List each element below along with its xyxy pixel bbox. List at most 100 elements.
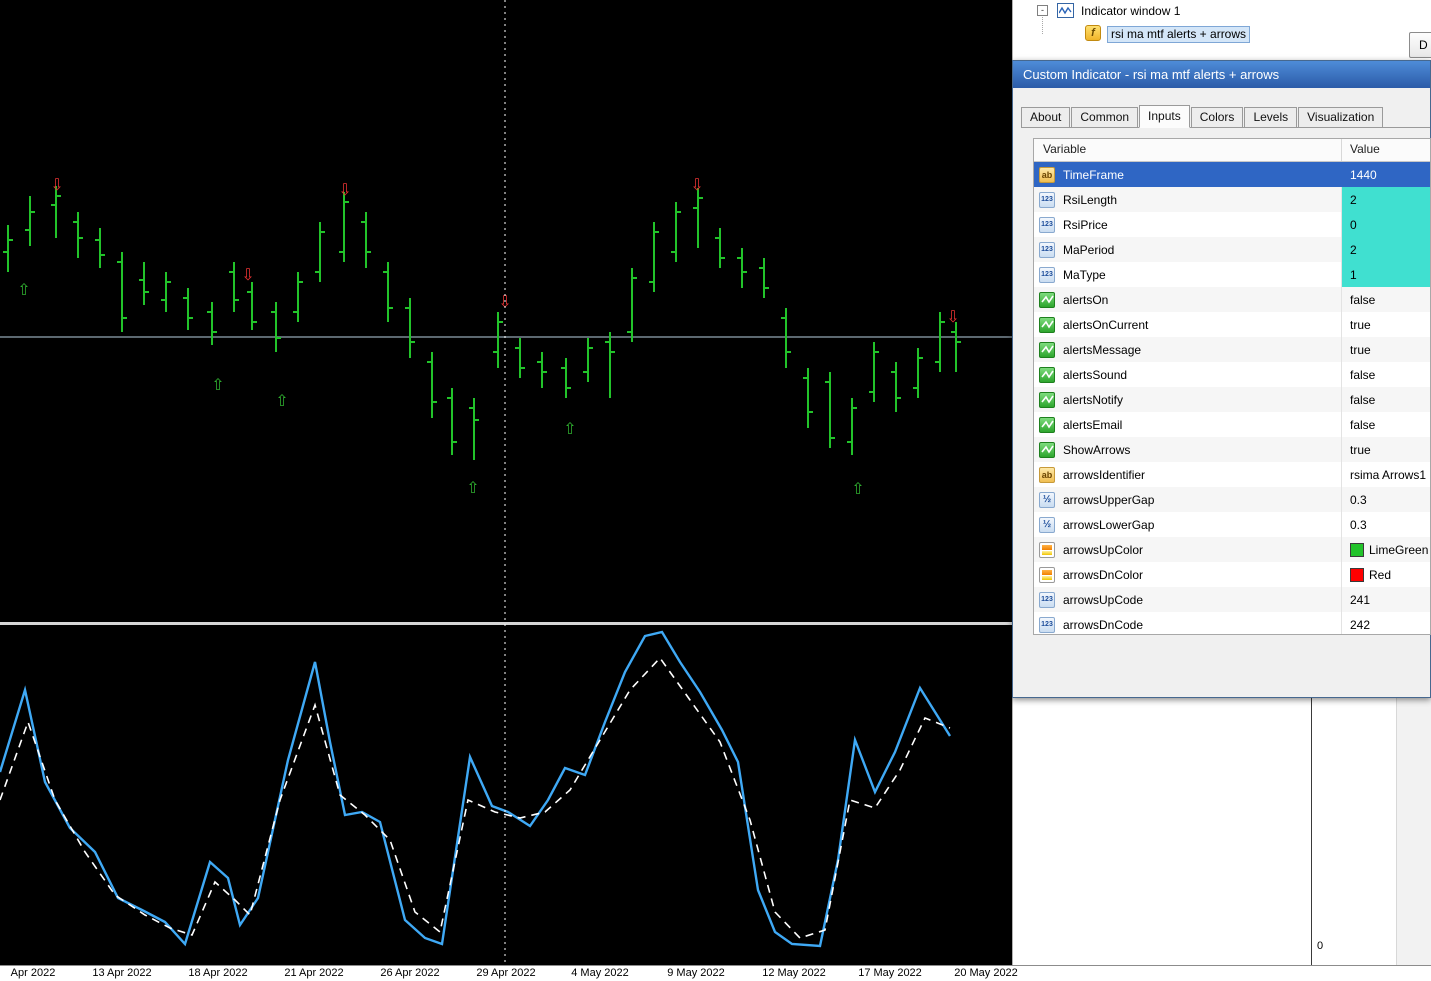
indicator-scale-area: 0: [1012, 697, 1431, 965]
param-row-alertsEmail[interactable]: alertsEmail false: [1034, 412, 1430, 437]
time-axis-label: 13 Apr 2022: [92, 967, 152, 979]
param-value[interactable]: false: [1342, 387, 1430, 412]
number-param-icon: 123: [1039, 191, 1055, 208]
window-separator[interactable]: [0, 622, 1012, 625]
param-row-arrowsDnCode[interactable]: 123 arrowsDnCode 242: [1034, 612, 1430, 634]
param-value[interactable]: 2: [1342, 187, 1430, 212]
param-value[interactable]: true: [1342, 337, 1430, 362]
time-axis-label: 18 Apr 2022: [188, 967, 248, 979]
param-row-RsiPrice[interactable]: 123 RsiPrice 0: [1034, 212, 1430, 237]
param-row-arrowsIdentifier[interactable]: ab arrowsIdentifier rsima Arrows1: [1034, 462, 1430, 487]
table-rows: ab TimeFrame 1440 123 RsiLength 2 123 RsiPrice 0…: [1034, 162, 1430, 634]
tab-about[interactable]: About: [1021, 107, 1071, 127]
up-arrow-icon: ⇧: [466, 478, 479, 497]
ohlc-bars: [3, 186, 961, 460]
up-arrow-icon: ⇧: [211, 375, 224, 394]
param-name: 123 MaType: [1034, 262, 1342, 287]
param-row-arrowsUpCode[interactable]: 123 arrowsUpCode 241: [1034, 587, 1430, 612]
number-param-icon: 123: [1039, 591, 1055, 608]
param-row-alertsNotify[interactable]: alertsNotify false: [1034, 387, 1430, 412]
panel-edge: [1396, 697, 1431, 965]
param-name: ½ arrowsUpperGap: [1034, 487, 1342, 512]
param-value[interactable]: 1: [1342, 262, 1430, 287]
param-name: 123 arrowsUpCode: [1034, 587, 1342, 612]
param-value[interactable]: false: [1342, 412, 1430, 437]
collapse-icon[interactable]: -: [1037, 5, 1048, 16]
param-value[interactable]: 0.3: [1342, 487, 1430, 512]
function-icon: f: [1085, 25, 1101, 41]
indicators-tree-panel: - Indicator window 1 f rsi ma mtf alerts…: [1012, 0, 1431, 60]
time-axis[interactable]: Apr 2022 13 Apr 2022 18 Apr 2022 21 Apr 202…: [0, 965, 1431, 981]
number-param-icon: 123: [1039, 616, 1055, 633]
indicator-window-icon: [1057, 3, 1074, 18]
param-value[interactable]: 241: [1342, 587, 1430, 612]
param-name: alertsEmail: [1034, 412, 1342, 437]
down-arrow-icon: ⇩: [241, 265, 254, 284]
param-row-MaPeriod[interactable]: 123 MaPeriod 2: [1034, 237, 1430, 262]
down-arrow-icon: ⇩: [50, 175, 63, 194]
param-row-arrowsUpColor[interactable]: arrowsUpColor LimeGreen: [1034, 537, 1430, 562]
tab-colors[interactable]: Colors: [1190, 107, 1244, 127]
param-name: ShowArrows: [1034, 437, 1342, 462]
param-row-arrowsLowerGap[interactable]: ½ arrowsLowerGap 0.3: [1034, 512, 1430, 537]
time-axis-label: 29 Apr 2022: [476, 967, 536, 979]
param-value[interactable]: false: [1342, 362, 1430, 387]
param-row-alertsOnCurrent[interactable]: alertsOnCurrent true: [1034, 312, 1430, 337]
param-value[interactable]: true: [1342, 312, 1430, 337]
param-value[interactable]: false: [1342, 287, 1430, 312]
param-value[interactable]: 0.3: [1342, 512, 1430, 537]
chart-canvas[interactable]: ⇩⇩⇩⇩⇩⇩⇧⇧⇧⇧⇧⇧: [0, 0, 1012, 965]
param-row-TimeFrame[interactable]: ab TimeFrame 1440: [1034, 162, 1430, 187]
param-value[interactable]: LimeGreen: [1342, 537, 1430, 562]
param-name: alertsSound: [1034, 362, 1342, 387]
up-arrow-icon: ⇧: [851, 479, 864, 498]
bool-param-icon: [1039, 341, 1055, 358]
bool-param-icon: [1039, 416, 1055, 433]
param-name: arrowsUpColor: [1034, 537, 1342, 562]
param-row-arrowsDnColor[interactable]: arrowsDnColor Red: [1034, 562, 1430, 587]
text-param-icon: ab: [1039, 466, 1055, 483]
text-param-icon: ab: [1039, 166, 1055, 183]
chart-area[interactable]: ⇩ ⇩ ⇩ ⇩ ⇩ ⇩ ⇧ ⇧ ⇧ ⇧ ⇧ ⇧: [0, 0, 1012, 965]
param-row-MaType[interactable]: 123 MaType 1: [1034, 262, 1430, 287]
param-row-alertsMessage[interactable]: alertsMessage true: [1034, 337, 1430, 362]
param-name: ½ arrowsLowerGap: [1034, 512, 1342, 537]
param-row-ShowArrows[interactable]: ShowArrows true: [1034, 437, 1430, 462]
inputs-table: Variable Value ab TimeFrame 1440 123 RsiLeng…: [1033, 138, 1431, 635]
column-header-variable: Variable: [1034, 139, 1342, 161]
param-value[interactable]: true: [1342, 437, 1430, 462]
param-value[interactable]: 0: [1342, 212, 1430, 237]
param-row-alertsSound[interactable]: alertsSound false: [1034, 362, 1430, 387]
number-param-icon: 123: [1039, 241, 1055, 258]
up-arrow-icon: ⇧: [17, 280, 30, 299]
dialog-titlebar[interactable]: Custom Indicator - rsi ma mtf alerts + a…: [1013, 61, 1430, 88]
double-param-icon: ½: [1039, 491, 1055, 508]
param-name: alertsOnCurrent: [1034, 312, 1342, 337]
param-name: 123 RsiLength: [1034, 187, 1342, 212]
tab-common[interactable]: Common: [1071, 107, 1139, 127]
tab-inputs[interactable]: Inputs: [1139, 105, 1190, 128]
tree-item-indicator-window[interactable]: Indicator window 1: [1081, 4, 1180, 18]
param-row-alertsOn[interactable]: alertsOn false: [1034, 287, 1430, 312]
param-value[interactable]: 1440: [1342, 162, 1430, 187]
number-param-icon: 123: [1039, 266, 1055, 283]
rsi-blue-line: [0, 630, 952, 948]
indicator-axis-line: [1311, 697, 1312, 965]
param-value[interactable]: Red: [1342, 562, 1430, 587]
param-value[interactable]: rsima Arrows1: [1342, 462, 1430, 487]
ma-white-dashed-line: [0, 656, 951, 939]
tab-levels[interactable]: Levels: [1244, 107, 1298, 127]
custom-indicator-dialog: Custom Indicator - rsi ma mtf alerts + a…: [1012, 60, 1431, 698]
down-arrow-icon: ⇩: [690, 175, 703, 194]
time-axis-label: 12 May 2022: [762, 967, 826, 979]
param-value[interactable]: 2: [1342, 237, 1430, 262]
param-row-arrowsUpperGap[interactable]: ½ arrowsUpperGap 0.3: [1034, 487, 1430, 512]
delete-button-partial[interactable]: D: [1409, 32, 1431, 58]
double-param-icon: ½: [1039, 516, 1055, 533]
param-value[interactable]: 242: [1342, 612, 1430, 634]
tab-visualization[interactable]: Visualization: [1298, 107, 1384, 127]
param-row-RsiLength[interactable]: 123 RsiLength 2: [1034, 187, 1430, 212]
tree-item-custom-indicator[interactable]: rsi ma mtf alerts + arrows: [1107, 26, 1251, 43]
column-header-value: Value: [1350, 142, 1380, 156]
down-arrow-icon: ⇩: [338, 180, 351, 199]
